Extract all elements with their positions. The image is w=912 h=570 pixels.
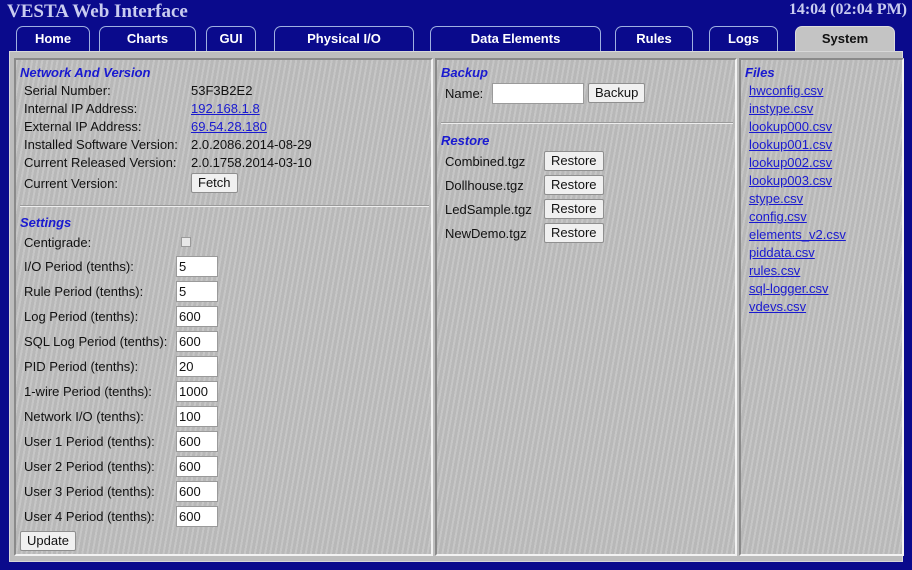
tab-charts[interactable]: Charts	[99, 26, 196, 51]
files-panel: Files hwconfig.csv instype.csv lookup000…	[739, 58, 904, 556]
user1-period-label: User 1 Period (tenths):	[24, 434, 155, 449]
tab-rules[interactable]: Rules	[615, 26, 693, 51]
file-link-sql-logger[interactable]: sql-logger.csv	[749, 281, 828, 296]
serial-number-label: Serial Number:	[24, 83, 111, 98]
system-content: Network And Version Serial Number: 53F3B…	[9, 51, 904, 562]
centigrade-label: Centigrade:	[24, 235, 92, 250]
divider	[20, 205, 429, 207]
user3-period-input[interactable]	[176, 481, 218, 502]
divider	[441, 122, 733, 124]
files-section-title: Files	[745, 65, 775, 80]
tab-gui[interactable]: GUI	[206, 26, 256, 51]
backup-button[interactable]: Backup	[588, 83, 646, 103]
serial-number-value: 53F3B2E2	[191, 83, 253, 98]
internal-ip-label: Internal IP Address:	[24, 101, 138, 116]
onewire-period-label: 1-wire Period (tenths):	[24, 384, 152, 399]
user2-period-label: User 2 Period (tenths):	[24, 459, 155, 474]
title-bar: VESTA Web Interface 14:04 (02:04 PM)	[0, 0, 912, 26]
bottom-bar	[0, 562, 912, 570]
file-link-hwconfig[interactable]: hwconfig.csv	[749, 83, 823, 98]
clock: 14:04 (02:04 PM)	[788, 1, 907, 18]
io-period-input[interactable]	[176, 256, 218, 277]
restore-button[interactable]: Restore	[544, 151, 604, 171]
file-link-lookup000[interactable]: lookup000.csv	[749, 119, 832, 134]
log-period-input[interactable]	[176, 306, 218, 327]
user4-period-label: User 4 Period (tenths):	[24, 509, 155, 524]
user4-period-input[interactable]	[176, 506, 218, 527]
user2-period-input[interactable]	[176, 456, 218, 477]
rule-period-input[interactable]	[176, 281, 218, 302]
backup-name-input[interactable]	[492, 83, 584, 104]
fetch-button[interactable]: Fetch	[191, 173, 238, 193]
external-ip-link[interactable]: 69.54.28.180	[191, 119, 267, 134]
file-link-lookup002[interactable]: lookup002.csv	[749, 155, 832, 170]
network-settings-panel: Network And Version Serial Number: 53F3B…	[14, 58, 433, 556]
sql-log-period-label: SQL Log Period (tenths):	[24, 334, 168, 349]
released-version-label: Current Released Version:	[24, 155, 177, 170]
backup-name-label: Name:	[445, 86, 484, 101]
network-section-title: Network And Version	[20, 65, 151, 80]
internal-ip-link[interactable]: 192.168.1.8	[191, 101, 260, 116]
sql-log-period-input[interactable]	[176, 331, 218, 352]
restore-file-label: Combined.tgz	[445, 154, 526, 169]
installed-version-value: 2.0.2086.2014-08-29	[191, 137, 312, 152]
centigrade-checkbox[interactable]	[181, 237, 191, 247]
file-link-elements-v2[interactable]: elements_v2.csv	[749, 227, 846, 242]
file-link-lookup001[interactable]: lookup001.csv	[749, 137, 832, 152]
log-period-label: Log Period (tenths):	[24, 309, 139, 324]
rule-period-label: Rule Period (tenths):	[24, 284, 144, 299]
app-title: VESTA Web Interface	[7, 1, 188, 22]
current-version-label: Current Version:	[24, 176, 118, 191]
file-link-rules[interactable]: rules.csv	[749, 263, 800, 278]
onewire-period-input[interactable]	[176, 381, 218, 402]
pid-period-label: PID Period (tenths):	[24, 359, 139, 374]
tab-data-elements[interactable]: Data Elements	[430, 26, 601, 51]
backup-section-title: Backup	[441, 65, 488, 80]
installed-version-label: Installed Software Version:	[24, 137, 178, 152]
tab-logs[interactable]: Logs	[709, 26, 778, 51]
file-link-lookup003[interactable]: lookup003.csv	[749, 173, 832, 188]
tab-home[interactable]: Home	[16, 26, 90, 51]
user3-period-label: User 3 Period (tenths):	[24, 484, 155, 499]
file-link-config[interactable]: config.csv	[749, 209, 807, 224]
file-link-instype[interactable]: instype.csv	[749, 101, 813, 116]
tab-physical-io[interactable]: Physical I/O	[274, 26, 414, 51]
user1-period-input[interactable]	[176, 431, 218, 452]
restore-button[interactable]: Restore	[544, 223, 604, 243]
restore-button[interactable]: Restore	[544, 175, 604, 195]
external-ip-label: External IP Address:	[24, 119, 142, 134]
restore-section-title: Restore	[441, 133, 490, 148]
file-link-stype[interactable]: stype.csv	[749, 191, 803, 206]
restore-file-label: Dollhouse.tgz	[445, 178, 524, 193]
update-button[interactable]: Update	[20, 531, 76, 551]
file-link-piddata[interactable]: piddata.csv	[749, 245, 815, 260]
restore-file-label: LedSample.tgz	[445, 202, 532, 217]
restore-button[interactable]: Restore	[544, 199, 604, 219]
tab-system[interactable]: System	[795, 26, 895, 51]
settings-section-title: Settings	[20, 215, 72, 230]
network-io-period-label: Network I/O (tenths):	[24, 409, 144, 424]
file-link-vdevs[interactable]: vdevs.csv	[749, 299, 806, 314]
restore-file-label: NewDemo.tgz	[445, 226, 527, 241]
pid-period-input[interactable]	[176, 356, 218, 377]
network-io-period-input[interactable]	[176, 406, 218, 427]
backup-restore-panel: Backup Name: Backup Restore Combined.tgz…	[435, 58, 737, 556]
io-period-label: I/O Period (tenths):	[24, 259, 134, 274]
released-version-value: 2.0.1758.2014-03-10	[191, 155, 312, 170]
